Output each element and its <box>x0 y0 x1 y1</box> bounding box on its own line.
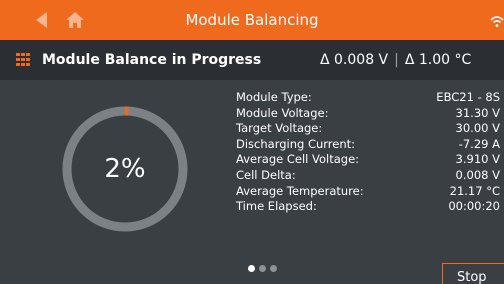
info-value: 21.17 °C <box>449 183 500 198</box>
info-key: Average Cell Voltage: <box>236 152 360 167</box>
info-row: Average Temperature: 21.17 °C <box>236 184 504 200</box>
delta-readout: Δ 0.008 V | Δ 1.00 °C <box>320 40 471 80</box>
info-key: Time Elapsed: <box>236 199 317 214</box>
module-info-list: Module Type: EBC21 - 8S Module Voltage: 31.… <box>236 90 504 215</box>
delta-separator: | <box>394 52 399 68</box>
info-row: Module Voltage: 31.30 V <box>236 106 504 122</box>
page-indicator[interactable] <box>248 257 281 272</box>
info-row: Average Cell Voltage: 3.910 V <box>236 152 504 168</box>
battery-module-icon <box>16 53 30 67</box>
status-heading: Module Balance in Progress <box>42 52 262 68</box>
info-row: Target Voltage: 30.00 V <box>236 121 504 137</box>
info-row: Cell Delta: 0.008 V <box>236 168 504 184</box>
page-dot[interactable] <box>270 265 277 272</box>
info-value: 3.910 V <box>455 152 500 167</box>
info-key: Cell Delta: <box>236 167 296 182</box>
stop-button[interactable]: Stop <box>442 263 504 284</box>
top-bar: Module Balancing <box>0 0 504 40</box>
status-bar: Module Balance in Progress Δ 0.008 V | Δ 1… <box>0 40 504 80</box>
info-value: 00:00:20 <box>448 199 500 214</box>
info-key: Average Temperature: <box>236 183 364 198</box>
info-row: Module Type: EBC21 - 8S <box>236 90 504 106</box>
info-row: Time Elapsed: 00:00:20 <box>236 199 504 215</box>
page-dot[interactable] <box>248 265 255 272</box>
info-value: EBC21 - 8S <box>436 90 500 104</box>
progress-percent: 2% <box>104 154 146 184</box>
info-key: Target Voltage: <box>236 121 323 136</box>
info-value: 0.008 V <box>455 167 500 182</box>
info-value: 31.30 V <box>455 105 500 120</box>
info-row: Discharging Current: -7.29 A <box>236 137 504 153</box>
wifi-icon <box>490 16 504 27</box>
page-dot[interactable] <box>259 265 266 272</box>
info-value: 30.00 V <box>455 121 500 136</box>
delta-voltage: Δ 0.008 V <box>320 52 389 68</box>
page-title: Module Balancing <box>185 11 319 29</box>
info-value: -7.29 A <box>458 136 500 151</box>
delta-temperature: Δ 1.00 °C <box>404 52 472 68</box>
info-key: Discharging Current: <box>236 136 356 151</box>
info-key: Module Voltage: <box>236 105 329 120</box>
info-key: Module Type: <box>236 90 312 104</box>
